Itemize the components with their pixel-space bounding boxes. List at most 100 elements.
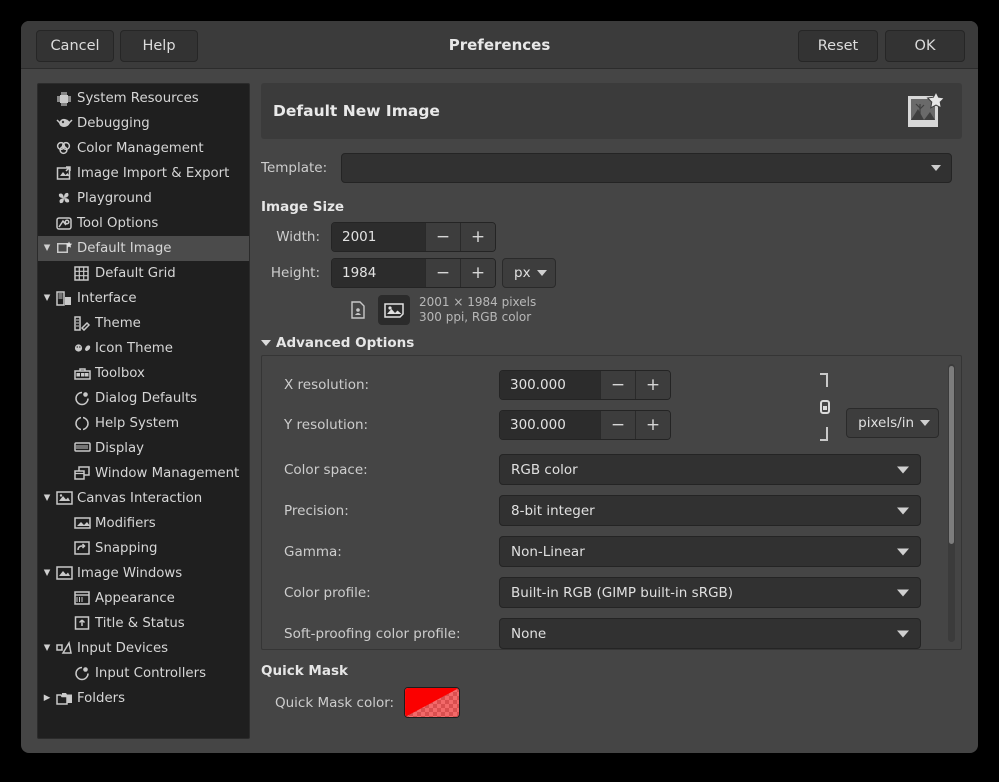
pane-title: Default New Image bbox=[273, 102, 440, 120]
sidebar-item-debugging[interactable]: Debugging bbox=[38, 111, 249, 136]
sidebar-item-label: Image Windows bbox=[77, 566, 182, 581]
sidebar-item-label: Tool Options bbox=[77, 216, 158, 231]
dialog-titlebar: Cancel Help Preferences Reset OK bbox=[21, 21, 978, 69]
x-resolution-increment-button[interactable]: + bbox=[635, 371, 670, 399]
ok-button[interactable]: OK bbox=[885, 30, 965, 62]
gamma-select[interactable]: Non-Linear bbox=[499, 536, 921, 567]
y-resolution-decrement-button[interactable]: − bbox=[600, 411, 635, 439]
height-decrement-button[interactable]: − bbox=[425, 259, 460, 287]
x-resolution-spinner[interactable]: 300.000 − + bbox=[499, 370, 671, 400]
width-increment-button[interactable]: + bbox=[460, 223, 495, 251]
sidebar-item-interface[interactable]: ▼Interface bbox=[38, 286, 249, 311]
y-resolution-input[interactable]: 300.000 bbox=[500, 411, 600, 439]
scrollbar-thumb[interactable] bbox=[949, 366, 954, 544]
sidebar-item-input-devices[interactable]: ▼Input Devices bbox=[38, 636, 249, 661]
landscape-orientation-button[interactable] bbox=[378, 295, 410, 325]
sidebar-item-system-resources[interactable]: System Resources bbox=[38, 86, 249, 111]
width-spinner[interactable]: 2001 − + bbox=[331, 222, 496, 252]
default-image-icon bbox=[56, 241, 76, 257]
sidebar-item-default-grid[interactable]: Default Grid bbox=[38, 261, 249, 286]
sidebar-item-canvas-interaction[interactable]: ▼Canvas Interaction bbox=[38, 486, 249, 511]
appearance-icon bbox=[74, 591, 94, 607]
expander-closed-icon[interactable]: ▶ bbox=[38, 686, 56, 711]
sidebar-item-icon-theme[interactable]: Icon Theme bbox=[38, 336, 249, 361]
width-input[interactable]: 2001 bbox=[332, 223, 425, 251]
chain-link-icon[interactable] bbox=[814, 370, 836, 444]
sidebar-item-default-image[interactable]: ▼Default Image bbox=[38, 236, 249, 261]
sidebar-item-modifiers[interactable]: Modifiers bbox=[38, 511, 249, 536]
image-size-info-line2: 300 ppi, RGB color bbox=[419, 310, 536, 325]
x-resolution-input[interactable]: 300.000 bbox=[500, 371, 600, 399]
canvas-icon bbox=[56, 491, 76, 507]
x-resolution-decrement-button[interactable]: − bbox=[600, 371, 635, 399]
template-label: Template: bbox=[261, 160, 341, 176]
expander-open-icon[interactable]: ▼ bbox=[38, 561, 56, 586]
sidebar-item-color-management[interactable]: Color Management bbox=[38, 136, 249, 161]
sidebar-item-label: Modifiers bbox=[95, 516, 156, 531]
sidebar-item-snapping[interactable]: Snapping bbox=[38, 536, 249, 561]
sidebar-item-image-import-export[interactable]: Image Import & Export bbox=[38, 161, 249, 186]
cancel-button[interactable]: Cancel bbox=[36, 30, 114, 62]
help-button[interactable]: Help bbox=[120, 30, 198, 62]
sidebar-item-tool-options[interactable]: Tool Options bbox=[38, 211, 249, 236]
chevron-down-icon bbox=[897, 630, 909, 637]
sidebar-item-playground[interactable]: Playground bbox=[38, 186, 249, 211]
sidebar-item-appearance[interactable]: Appearance bbox=[38, 586, 249, 611]
expander-open-icon[interactable]: ▼ bbox=[38, 636, 56, 661]
portrait-orientation-icon bbox=[350, 301, 366, 319]
resolution-unit-select[interactable]: pixels/in bbox=[846, 408, 939, 438]
sidebar-item-display[interactable]: Display bbox=[38, 436, 249, 461]
window-management-icon bbox=[74, 466, 94, 482]
expander-open-icon[interactable]: ▼ bbox=[38, 236, 56, 261]
chevron-down-icon bbox=[897, 548, 909, 555]
display-icon bbox=[74, 441, 94, 457]
sidebar-item-input-controllers[interactable]: Input Controllers bbox=[38, 661, 249, 686]
color-profile-select[interactable]: Built-in RGB (GIMP built-in sRGB) bbox=[499, 577, 921, 608]
precision-select[interactable]: 8-bit integer bbox=[499, 495, 921, 526]
width-decrement-button[interactable]: − bbox=[425, 223, 460, 251]
theme-icon bbox=[74, 316, 94, 332]
height-increment-button[interactable]: + bbox=[460, 259, 495, 287]
sidebar-item-help-system[interactable]: Help System bbox=[38, 411, 249, 436]
advanced-options-toggle[interactable]: Advanced Options bbox=[261, 335, 962, 351]
precision-row: Precision:8-bit integer bbox=[284, 495, 939, 526]
chip-icon bbox=[56, 91, 76, 107]
advanced-options-frame: X resolution: 300.000 − + Y resolution: bbox=[261, 355, 962, 650]
sidebar-item-folders[interactable]: ▶Folders bbox=[38, 686, 249, 711]
sidebar-item-toolbox[interactable]: Toolbox bbox=[38, 361, 249, 386]
template-select[interactable] bbox=[341, 153, 952, 183]
gamma-value: Non-Linear bbox=[511, 544, 585, 560]
sidebar-item-image-windows[interactable]: ▼ Image Windows bbox=[38, 561, 249, 586]
image-size-title: Image Size bbox=[261, 199, 962, 215]
new-image-star-icon bbox=[906, 91, 950, 131]
pinwheel-icon bbox=[56, 191, 76, 207]
sidebar-item-title-status[interactable]: Title & Status bbox=[38, 611, 249, 636]
sidebar-item-theme[interactable]: Theme bbox=[38, 311, 249, 336]
quick-mask-color-row: Quick Mask color: bbox=[261, 687, 962, 718]
height-input[interactable]: 1984 bbox=[332, 259, 425, 287]
advanced-options-scrollbar[interactable] bbox=[948, 364, 955, 642]
sidebar-item-window-management[interactable]: Window Management bbox=[38, 461, 249, 486]
color-space-select[interactable]: RGB color bbox=[499, 454, 921, 485]
soft-proofing-color-profile-label: Soft-proofing color profile: bbox=[284, 626, 499, 642]
height-spinner[interactable]: 1984 − + bbox=[331, 258, 496, 288]
size-unit-select[interactable]: px bbox=[502, 258, 556, 288]
expander-open-icon[interactable]: ▼ bbox=[38, 286, 56, 311]
y-resolution-increment-button[interactable]: + bbox=[635, 411, 670, 439]
expander-open-icon[interactable]: ▼ bbox=[38, 486, 56, 511]
color-space-label: Color space: bbox=[284, 462, 499, 478]
chevron-down-icon bbox=[897, 589, 909, 596]
precision-label: Precision: bbox=[284, 503, 499, 519]
template-row: Template: bbox=[261, 153, 962, 183]
color-space-row: Color space:RGB color bbox=[284, 454, 939, 485]
sidebar-item-dialog-defaults[interactable]: Dialog Defaults bbox=[38, 386, 249, 411]
interface-icon bbox=[56, 291, 76, 307]
portrait-orientation-button[interactable] bbox=[342, 295, 374, 325]
quick-mask-color-swatch[interactable] bbox=[404, 687, 460, 718]
preferences-sidebar[interactable]: System ResourcesDebuggingColor Managemen… bbox=[37, 83, 250, 739]
y-resolution-spinner[interactable]: 300.000 − + bbox=[499, 410, 671, 440]
grid-icon bbox=[74, 266, 94, 282]
chevron-down-icon bbox=[920, 420, 930, 426]
reset-button[interactable]: Reset bbox=[798, 30, 878, 62]
soft-proofing-color-profile-select[interactable]: None bbox=[499, 618, 921, 649]
